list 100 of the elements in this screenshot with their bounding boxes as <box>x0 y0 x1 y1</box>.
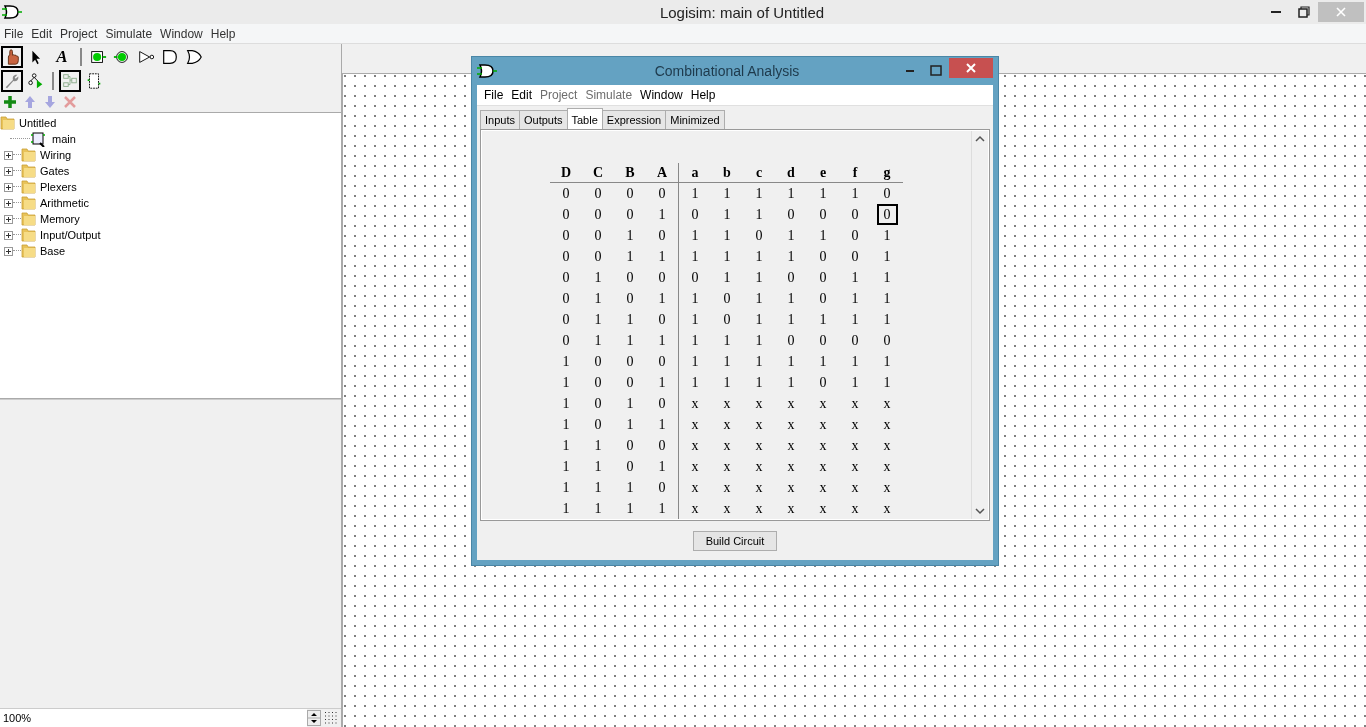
table-cell[interactable]: 1 <box>844 183 866 204</box>
menu-item[interactable]: Help <box>686 88 720 102</box>
table-cell[interactable]: 1 <box>780 288 802 309</box>
table-cell[interactable]: x <box>812 435 834 456</box>
table-cell[interactable]: x <box>876 456 898 477</box>
table-cell[interactable]: 1 <box>780 351 802 372</box>
table-cell[interactable]: x <box>748 477 770 498</box>
table-cell[interactable]: 1 <box>684 225 706 246</box>
table-cell[interactable]: 1 <box>876 267 898 288</box>
table-cell[interactable]: x <box>876 498 898 519</box>
table-cell[interactable]: x <box>716 456 738 477</box>
table-cell[interactable]: 0 <box>876 204 898 225</box>
table-cell[interactable]: 1 <box>684 246 706 267</box>
table-cell[interactable]: x <box>876 477 898 498</box>
table-cell[interactable]: 1 <box>812 351 834 372</box>
expand-icon[interactable] <box>4 166 13 176</box>
table-cell[interactable]: x <box>684 414 706 435</box>
tree-item[interactable]: Arithmetic <box>37 197 89 209</box>
table-cell[interactable]: x <box>780 414 802 435</box>
tree-item[interactable]: Base <box>37 245 66 257</box>
table-cell[interactable]: 1 <box>812 183 834 204</box>
table-cell[interactable]: x <box>844 414 866 435</box>
table-cell[interactable]: 1 <box>684 183 706 204</box>
hand-tool[interactable] <box>1 46 23 68</box>
table-cell[interactable]: 0 <box>780 330 802 351</box>
table-cell[interactable]: 1 <box>748 288 770 309</box>
text-tool[interactable]: A <box>49 46 75 68</box>
table-cell[interactable]: x <box>780 435 802 456</box>
table-cell[interactable]: 1 <box>780 246 802 267</box>
table-cell[interactable]: 1 <box>684 330 706 351</box>
layout-tool[interactable] <box>59 70 81 92</box>
tab[interactable]: Expression <box>601 110 667 129</box>
table-cell[interactable]: x <box>684 393 706 414</box>
tree-item[interactable]: main <box>46 133 76 145</box>
table-cell[interactable]: 1 <box>780 309 802 330</box>
table-cell[interactable]: x <box>684 456 706 477</box>
table-cell[interactable]: x <box>748 498 770 519</box>
menu-item[interactable]: Edit <box>27 26 57 41</box>
table-cell[interactable]: 1 <box>748 330 770 351</box>
table-cell[interactable]: x <box>812 456 834 477</box>
build-circuit-button[interactable]: Build Circuit <box>692 530 778 551</box>
table-cell[interactable]: 1 <box>748 309 770 330</box>
table-cell[interactable]: 1 <box>844 267 866 288</box>
table-cell[interactable]: x <box>876 435 898 456</box>
table-cell[interactable]: 0 <box>812 372 834 393</box>
table-cell[interactable]: x <box>844 498 866 519</box>
table-cell[interactable]: 1 <box>844 372 866 393</box>
table-cell[interactable]: x <box>876 414 898 435</box>
table-cell[interactable]: 0 <box>748 225 770 246</box>
table-cell[interactable]: 1 <box>780 372 802 393</box>
table-cell[interactable]: 0 <box>684 267 706 288</box>
tab[interactable]: Minimized <box>665 110 725 129</box>
table-cell[interactable]: 0 <box>716 288 738 309</box>
table-cell[interactable]: x <box>716 477 738 498</box>
table-cell[interactable]: x <box>748 414 770 435</box>
table-cell[interactable]: 1 <box>716 183 738 204</box>
tab[interactable]: Outputs <box>518 110 568 129</box>
wrench-tool[interactable] <box>1 70 23 92</box>
table-cell[interactable]: x <box>844 456 866 477</box>
table-cell[interactable]: 1 <box>716 267 738 288</box>
table-cell[interactable]: 0 <box>812 246 834 267</box>
table-cell[interactable]: 1 <box>716 225 738 246</box>
expand-icon[interactable] <box>4 246 13 256</box>
table-cell[interactable]: 1 <box>684 309 706 330</box>
table-cell[interactable]: x <box>780 477 802 498</box>
table-cell[interactable]: x <box>684 477 706 498</box>
expand-icon[interactable] <box>4 214 13 224</box>
tree-item[interactable]: Wiring <box>37 149 72 161</box>
table-cell[interactable]: 1 <box>684 351 706 372</box>
table-cell[interactable]: 1 <box>684 288 706 309</box>
table-cell[interactable]: 1 <box>876 225 898 246</box>
table-cell[interactable]: 1 <box>876 309 898 330</box>
table-cell[interactable]: 0 <box>876 183 898 204</box>
tree-item[interactable]: Input/Output <box>37 229 101 241</box>
expand-icon[interactable] <box>4 230 13 240</box>
table-cell[interactable]: 1 <box>716 246 738 267</box>
table-cell[interactable]: x <box>876 393 898 414</box>
table-cell[interactable]: 0 <box>812 204 834 225</box>
table-cell[interactable]: x <box>684 498 706 519</box>
menu-item[interactable]: Edit <box>507 88 537 102</box>
table-cell[interactable]: 1 <box>748 246 770 267</box>
menu-item[interactable]: File <box>0 26 28 41</box>
table-cell[interactable]: 0 <box>844 330 866 351</box>
table-cell[interactable]: x <box>844 477 866 498</box>
table-cell[interactable]: 1 <box>716 351 738 372</box>
table-cell[interactable]: 1 <box>748 204 770 225</box>
expand-icon[interactable] <box>4 150 13 160</box>
tree-item[interactable]: Gates <box>37 165 70 177</box>
table-cell[interactable]: 1 <box>812 309 834 330</box>
table-cell[interactable]: x <box>748 393 770 414</box>
table-cell[interactable]: 1 <box>876 372 898 393</box>
tree-item[interactable]: Untitled <box>16 117 57 129</box>
table-cell[interactable]: 1 <box>748 183 770 204</box>
table-cell[interactable]: 1 <box>876 246 898 267</box>
table-cell[interactable]: x <box>780 498 802 519</box>
menu-item[interactable]: Simulate <box>101 26 157 41</box>
expand-icon[interactable] <box>4 198 13 208</box>
table-cell[interactable]: 1 <box>876 288 898 309</box>
table-cell[interactable]: 0 <box>876 330 898 351</box>
table-cell[interactable]: 1 <box>844 309 866 330</box>
